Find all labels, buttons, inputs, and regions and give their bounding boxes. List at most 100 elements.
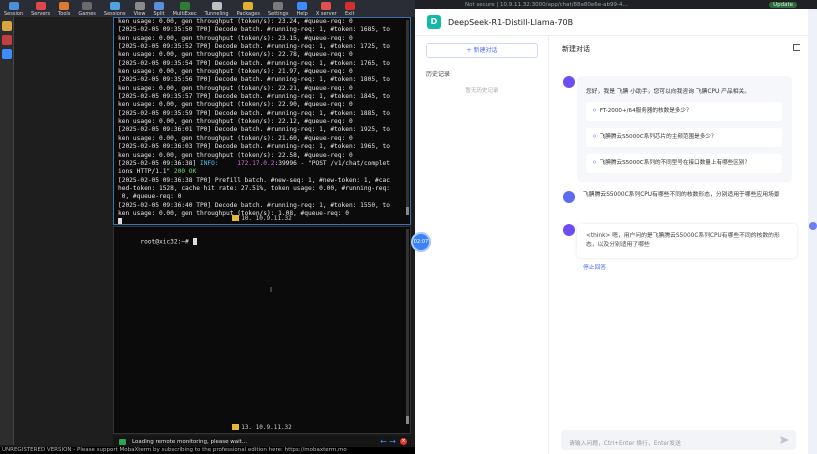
close-icon[interactable]: × (400, 438, 407, 445)
toolbar-button-multiexec[interactable]: MultiExec (169, 0, 201, 17)
suggestion-3[interactable]: ⚪ 飞腆腾云S5000C系列的不同型号在接口数量上有哪些区别？ (586, 154, 782, 173)
x-server-icon (321, 2, 332, 10)
terminal-badge-icon (232, 215, 240, 222)
terminal-line: [2025-02-05 09:35:56 TP0] Decode batch. … (118, 76, 406, 84)
toolbar-button-sessions[interactable]: Sessions (100, 0, 130, 17)
browser-address-bar[interactable]: Not secure | 10.9.11.32:3000/app/chat/88… (415, 0, 817, 9)
toolbar-button-x-server[interactable]: X server (312, 0, 341, 17)
greeting-text: 您好，我是 飞腆 小助手，您可以向我咨询 飞腆CPU 产品相关。 (586, 89, 751, 95)
toolbar-button-help[interactable]: Help (292, 0, 311, 17)
exit-icon (344, 2, 355, 10)
reply-bubble: <think> 嗯，用户问的是飞腆腾云S5000C系列CPU有哪些不同的核数的形… (577, 224, 797, 258)
terminal-bottom[interactable]: root@xic32:~# 13. 10.9.11.32 (113, 226, 411, 434)
browser-window: Not secure | 10.9.11.32:3000/app/chat/88… (415, 0, 817, 454)
lightbulb-icon: ⚪ (592, 160, 597, 166)
bot-avatar (563, 76, 575, 88)
terminal-text: INFO: (199, 159, 219, 167)
terminal-text: hed-token: 1528, cache hit rate: 27.51%,… (118, 184, 390, 192)
send-icon[interactable] (2, 49, 12, 59)
terminal-line: [2025-02-05 09:35:50 TP0] Decode batch. … (118, 26, 406, 34)
suggestion-1[interactable]: ⚪ FT-2000+/64服务器的核数是多少？ (586, 102, 782, 121)
user-message: 飞腆腾云S5000C系列CPU有哪些不同的核数形态，分别适用于哪些应用场景 (583, 192, 780, 198)
toolbar-button-split[interactable]: Split (149, 0, 168, 17)
view-icon (134, 2, 145, 10)
export-icon[interactable] (793, 44, 800, 51)
terminal-text: 0, #queue-req: 0 (118, 193, 182, 201)
terminal-text: ken usage: 0.00, gen throughput (token/s… (118, 101, 353, 109)
terminal-text: ken usage: 0.00, gen throughput (token/s… (118, 134, 353, 142)
terminal-line: ken usage: 0.00, gen throughput (token/s… (118, 51, 406, 59)
terminal-prompt-line: root@xic32:~# (114, 227, 410, 256)
terminal-scrollbar[interactable] (406, 20, 409, 215)
terminal-host-label: 13. 10.9.11.32 (241, 423, 292, 431)
history-title: 历史记录 (426, 71, 451, 78)
nav-arrows-icon[interactable]: ← → (380, 437, 396, 446)
suggestion-2[interactable]: ⚪ 飞腆腾云S5000C系列芯片的主频范围是多少？ (586, 128, 782, 147)
toolbar-button-servers[interactable]: Servers (27, 0, 54, 17)
toolbar-button-games[interactable]: Games (74, 0, 100, 17)
screen: Session Servers Tools Games Sessions View Spli… (0, 0, 817, 454)
terminal-text: ken usage: 0.00, gen throughput (token/s… (118, 51, 353, 59)
terminal-line: [2025-02-05 09:36:40 TP0] Decode batch. … (118, 202, 406, 210)
terminal-text: ions HTTP/1.1" (118, 168, 174, 176)
tunneling-icon (211, 2, 222, 10)
url-text[interactable]: Not secure | 10.9.11.32:3000/app/chat/88… (465, 2, 628, 8)
tools-icon (59, 2, 70, 10)
terminal-line: ken usage: 0.00, gen throughput (token/s… (118, 152, 406, 160)
terminal-prompt: root@xic32:~# (140, 238, 193, 246)
status-text: Loading remote monitoring, please wait..… (132, 438, 248, 445)
terminal-tab-label[interactable]: 10. 10.9.11.32 (114, 215, 410, 223)
star-icon[interactable] (2, 21, 12, 31)
terminal-text: ken usage: 0.00, gen throughput (token/s… (118, 18, 353, 25)
servers-icon (35, 2, 46, 10)
terminal-top[interactable]: ken usage: 0.00, gen throughput (token/s… (113, 17, 411, 225)
status-bar: Loading remote monitoring, please wait..… (113, 436, 411, 447)
suggestion-text: 飞腆腾云S5000C系列的不同型号在接口数量上有哪些区别？ (599, 160, 751, 166)
terminal-text: [2025-02-05 09:36:38] (118, 159, 200, 167)
recording-timer[interactable]: 02:07 (411, 232, 431, 252)
terminal-tab-label[interactable]: 13. 10.9.11.32 (114, 424, 410, 432)
toolbar-button-tunneling[interactable]: Tunneling (201, 0, 233, 17)
terminal-text: 200 OK (173, 168, 197, 176)
greeting-bubble: 您好，我是 飞腆 小助手，您可以向我咨询 飞腆CPU 产品相关。 ⚪ FT-200… (577, 76, 792, 182)
terminal-text: ken usage: 0.00, gen throughput (token/s… (118, 118, 353, 126)
terminal-text: [2025-02-05 09:35:50 TP0] Decode batch. … (118, 26, 390, 34)
terminal-scrollbar[interactable] (406, 229, 409, 424)
toolbar-button-exit[interactable]: Exit (341, 0, 359, 17)
assistant-icon[interactable] (809, 222, 817, 230)
terminal-text: ken usage: 0.00, gen throughput (token/s… (118, 151, 353, 159)
update-button[interactable]: Update (769, 1, 797, 8)
lightbulb-icon: ⚪ (592, 108, 597, 114)
terminal-text: [2025-02-05 09:35:57 TP0] Decode batch. … (118, 93, 390, 101)
terminal-line: [2025-02-05 09:35:59 TP0] Decode batch. … (118, 110, 406, 118)
right-rail (808, 9, 817, 454)
games-icon (82, 2, 93, 10)
terminal-text: [2025-02-05 09:36:01 TP0] Decode batch. … (118, 126, 390, 134)
terminal-line: [2025-02-05 09:35:54 TP0] Decode batch. … (118, 60, 406, 68)
toolbar-button-session[interactable]: Session (0, 0, 27, 17)
stop-generating-button[interactable]: 停止回答 (583, 262, 606, 271)
text-cursor-icon: I (270, 286, 273, 294)
terminal-text: 172.17.0.2 (218, 159, 275, 167)
sessions-icon (109, 2, 120, 10)
help-icon (297, 2, 308, 10)
app-header: D DeepSeek-R1-Distill-Llama-70B (415, 9, 808, 36)
chat-input-box[interactable] (561, 430, 796, 454)
chat-input[interactable] (561, 434, 761, 454)
toolbar-button-packages[interactable]: Packages (233, 0, 264, 17)
terminal-text: [2025-02-05 09:36:38 TP0] Prefill batch.… (118, 176, 390, 184)
toolbar-button-settings[interactable]: Settings (264, 0, 293, 17)
new-chat-button[interactable]: + 新建对话 (426, 43, 538, 58)
send-icon[interactable] (780, 436, 789, 444)
toolbar-button-tools[interactable]: Tools (54, 0, 74, 17)
monitor-icon (119, 438, 126, 445)
toolbar-button-view[interactable]: View (130, 0, 150, 17)
terminal-line: ions HTTP/1.1" 200 OK (118, 168, 406, 176)
unregistered-banner[interactable]: UNREGISTERED VERSION - Please support Mo… (0, 447, 415, 454)
terminal-line: [2025-02-05 09:36:38] INFO: 172.17.0.2:3… (118, 160, 406, 168)
tools-icon[interactable] (2, 35, 12, 45)
session-icon (8, 2, 19, 10)
terminal-line: ken usage: 0.00, gen throughput (token/s… (118, 35, 406, 43)
terminal-line: ken usage: 0.00, gen throughput (token/s… (118, 118, 406, 126)
split-icon (154, 2, 165, 10)
